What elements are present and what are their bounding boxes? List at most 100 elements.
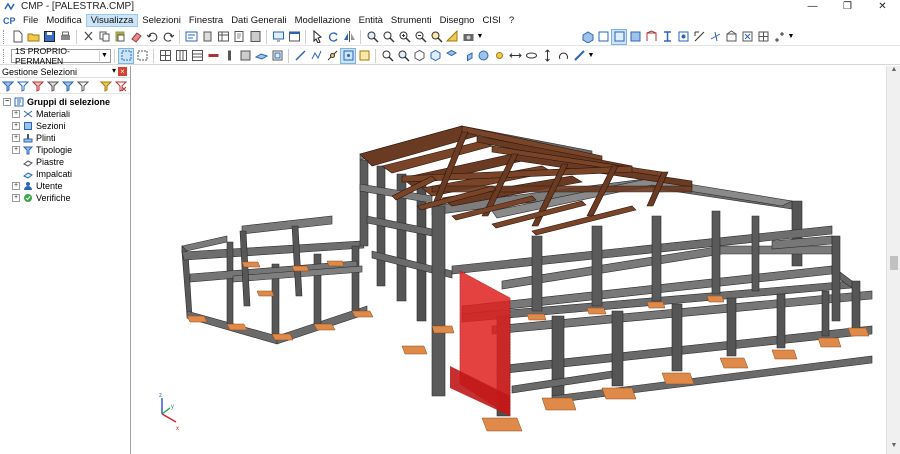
scroll-down-icon[interactable]: ▼ xyxy=(887,442,900,454)
tree-item-plinti[interactable]: + Plinti xyxy=(3,132,130,144)
restore-icon[interactable]: ❐ xyxy=(830,0,865,13)
dropdown-arrow-icon[interactable]: ▼ xyxy=(588,49,595,63)
solid-view-icon[interactable] xyxy=(611,28,627,45)
roll-icon[interactable] xyxy=(556,49,570,63)
tree-item-tipologie[interactable]: + Tipologie xyxy=(3,144,130,156)
mirror-icon[interactable] xyxy=(342,30,356,44)
render-icon[interactable] xyxy=(476,49,490,63)
camera-icon[interactable] xyxy=(461,30,475,44)
dropdown-arrow-icon[interactable]: ▼ xyxy=(788,30,795,44)
screen-icon[interactable] xyxy=(271,30,285,44)
slab-icon[interactable] xyxy=(254,49,268,63)
filter-copy-icon[interactable] xyxy=(47,79,60,92)
paste-icon[interactable] xyxy=(113,30,127,44)
zoom-window-icon[interactable] xyxy=(381,30,395,44)
fit-view-icon[interactable] xyxy=(740,30,754,44)
chevron-down-icon[interactable]: ▼ xyxy=(99,50,109,61)
filter-edit-icon[interactable] xyxy=(17,79,30,92)
eraser-icon[interactable] xyxy=(129,30,143,44)
ortho-view-icon[interactable] xyxy=(772,30,786,44)
menu-selezioni[interactable]: Selezioni xyxy=(138,14,185,27)
menu-visualizza[interactable]: Visualizza xyxy=(85,14,139,27)
snap-grid-icon[interactable] xyxy=(357,49,371,63)
column-icon[interactable] xyxy=(222,49,236,63)
save-icon[interactable] xyxy=(42,30,56,44)
node-view-icon[interactable] xyxy=(676,30,690,44)
light-icon[interactable] xyxy=(492,49,506,63)
menu-modifica[interactable]: Modifica xyxy=(42,14,85,27)
grid-view-icon[interactable] xyxy=(756,30,770,44)
walk-icon[interactable] xyxy=(572,49,586,63)
plane-view-icon[interactable] xyxy=(708,30,722,44)
menu-modellazione[interactable]: Modellazione xyxy=(291,14,355,27)
draw-line-icon[interactable] xyxy=(293,49,307,63)
properties-icon[interactable] xyxy=(184,30,198,44)
copy-icon[interactable] xyxy=(97,30,111,44)
beam-icon[interactable] xyxy=(206,49,220,63)
minimize-icon[interactable]: — xyxy=(795,0,830,13)
collapse-icon[interactable]: − xyxy=(3,98,11,106)
tree-item-materiali[interactable]: + Materiali xyxy=(3,108,130,120)
layout-grid-icon[interactable] xyxy=(158,49,172,63)
zoom-extents-icon[interactable] xyxy=(429,30,443,44)
menu-help[interactable]: ? xyxy=(505,14,518,27)
menu-strumenti[interactable]: Strumenti xyxy=(387,14,436,27)
scroll-up-icon[interactable]: ▲ xyxy=(887,66,900,78)
layout-rows-icon[interactable] xyxy=(190,49,204,63)
menu-finestra[interactable]: Finestra xyxy=(185,14,227,27)
cut-icon[interactable] xyxy=(81,30,95,44)
tree-item-sezioni[interactable]: + Sezioni xyxy=(3,120,130,132)
layout-cols-icon[interactable] xyxy=(174,49,188,63)
dropdown-arrow-icon[interactable]: ▼ xyxy=(477,30,484,44)
menu-logo[interactable]: CP xyxy=(3,16,19,26)
redo-icon[interactable] xyxy=(161,30,175,44)
shaded-view-icon[interactable] xyxy=(628,30,642,44)
section-view-icon[interactable] xyxy=(660,30,674,44)
calc-icon[interactable] xyxy=(248,30,262,44)
pointer-icon[interactable] xyxy=(310,30,324,44)
zoom-out-icon[interactable] xyxy=(413,30,427,44)
edit-node-icon[interactable] xyxy=(325,49,339,63)
filter-list-icon[interactable] xyxy=(77,79,90,92)
selected-wall[interactable] xyxy=(450,270,511,417)
filter-apply-icon[interactable] xyxy=(62,79,75,92)
zoom-icon[interactable] xyxy=(365,30,379,44)
filter-clear-icon[interactable] xyxy=(99,79,112,92)
cube-side-icon[interactable] xyxy=(460,49,474,63)
select-window-icon[interactable] xyxy=(118,47,134,64)
wire-view-icon[interactable] xyxy=(596,30,610,44)
tree-item-verifiche[interactable]: + Verifiche xyxy=(3,192,130,204)
expand-icon[interactable]: + xyxy=(12,134,20,142)
expand-icon[interactable]: + xyxy=(12,182,20,190)
orbit-icon[interactable] xyxy=(524,49,538,63)
menu-dati-generali[interactable]: Dati Generali xyxy=(227,14,290,27)
find-icon[interactable] xyxy=(380,49,394,63)
zoom-in-icon[interactable] xyxy=(397,30,411,44)
wall-icon[interactable] xyxy=(238,49,252,63)
open-folder-icon[interactable] xyxy=(26,30,40,44)
pan-horizontal-icon[interactable] xyxy=(508,49,522,63)
view-3d-icon[interactable] xyxy=(580,30,594,44)
filter-delete-icon[interactable] xyxy=(115,79,127,92)
expand-icon[interactable]: + xyxy=(12,110,20,118)
cube-front-icon[interactable] xyxy=(428,49,442,63)
frame-view-icon[interactable] xyxy=(644,30,658,44)
select-crossing-icon[interactable] xyxy=(135,49,149,63)
elevation-view-icon[interactable] xyxy=(724,30,738,44)
filter-remove-icon[interactable] xyxy=(32,79,45,92)
tree-item-utente[interactable]: + Utente xyxy=(3,180,130,192)
menu-file[interactable]: File xyxy=(19,14,42,27)
load-case-combo[interactable]: 1S PROPRIO-PERMANEN ▼ xyxy=(11,46,111,66)
cube-top-icon[interactable] xyxy=(444,49,458,63)
toolbar-grip[interactable] xyxy=(3,29,6,44)
tree-item-piastre[interactable]: Piastre xyxy=(3,156,130,168)
pin-icon[interactable]: ▾ xyxy=(112,66,116,75)
menu-disegno[interactable]: Disegno xyxy=(436,14,479,27)
tree-item-impalcati[interactable]: Impalcati xyxy=(3,168,130,180)
rotate-icon[interactable] xyxy=(326,30,340,44)
cube-icon[interactable] xyxy=(412,49,426,63)
filter-add-icon[interactable] xyxy=(2,79,15,92)
menu-entita[interactable]: Entità xyxy=(355,14,387,27)
model-viewport[interactable]: z x y xyxy=(132,66,886,454)
find-next-icon[interactable] xyxy=(396,49,410,63)
